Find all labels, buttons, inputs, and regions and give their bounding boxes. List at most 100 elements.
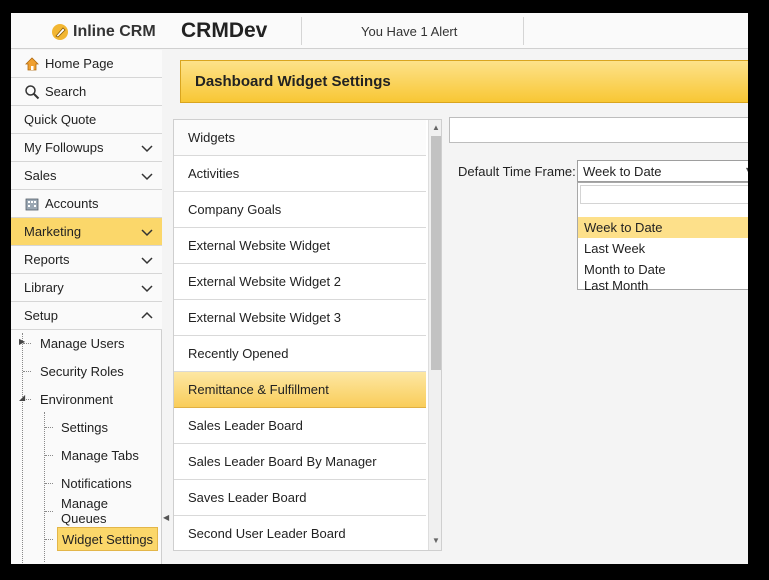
chevron-down-icon [141,257,153,265]
widget-name-field[interactable] [449,117,748,143]
scrollbar-thumb[interactable] [431,136,441,370]
widget-label: Remittance & Fulfillment [188,382,329,397]
screenshot-frame: Inline CRM CRMDev You Have 1 Alert Home … [0,0,769,580]
widget-label: Recently Opened [188,346,289,361]
widget-list-scrollbar[interactable]: ▲ ▼ [428,120,441,550]
nav-marketing[interactable]: Marketing [11,218,162,246]
widget-label: Saves Leader Board [188,490,307,505]
tree-connector [45,539,53,540]
app-logo[interactable]: Inline CRM [51,22,156,42]
widget-list-header: Widgets [174,120,426,156]
header-divider [301,17,302,45]
nav-quick-quote[interactable]: Quick Quote [11,106,162,134]
nav-label: Library [24,280,64,295]
time-frame-select[interactable]: Week to Date ▼ [577,160,748,182]
widget-list-item[interactable]: Activities [174,156,426,192]
widget-label: External Website Widget [188,238,331,253]
expand-triangle-icon[interactable]: ▶ [19,337,25,346]
tree-item-environment[interactable]: Environment [36,387,117,411]
chevron-down-icon [141,145,153,153]
chevron-up-icon [141,311,153,319]
nav-label: Accounts [45,196,99,211]
nav-reports[interactable]: Reports [11,246,162,274]
time-frame-value: Week to Date [583,163,662,179]
home-icon [25,56,39,70]
scroll-down-arrow-icon[interactable]: ▼ [431,536,441,546]
tree-item-security-roles[interactable]: Security Roles [36,359,128,383]
collapse-triangle-icon[interactable]: ◢ [19,393,25,402]
chevron-down-icon [141,285,153,293]
tree-connector [45,511,53,512]
time-frame-label: Default Time Frame: [458,164,576,179]
nav-search[interactable]: Search [11,78,162,106]
tree-guide-line [22,333,23,564]
chevron-down-icon [141,229,153,237]
chevron-down-icon [141,173,153,181]
time-frame-dropdown: Week to Date Last Week Month to Date Las… [577,182,748,293]
sidebar-collapse-grip-icon[interactable]: ◀ [163,513,169,522]
widget-list-item[interactable]: External Website Widget [174,228,426,264]
nav-home-page[interactable]: Home Page [11,50,162,78]
page-title: Dashboard Widget Settings [195,73,391,90]
widget-list-item[interactable]: Sales Leader Board By Manager [174,444,426,480]
nav-label: Search [45,84,87,99]
time-frame-option[interactable]: Week to Date [578,217,748,238]
nav-label: Sales [24,168,57,183]
time-frame-option[interactable]: Last Month [578,278,748,293]
tree-connector [23,371,31,372]
nav-label: Setup [24,308,58,323]
nav-sales[interactable]: Sales [11,162,162,190]
widget-label: Second User Leader Board [188,526,346,541]
widget-list-item[interactable]: External Website Widget 3 [174,300,426,336]
org-name: CRMDev [181,19,268,42]
widget-list-item[interactable]: Second User Leader Board [174,516,426,550]
widget-label: Activities [188,166,240,181]
tree-connector [45,483,53,484]
sidebar: Home Page Search Quick Quote My Followup… [11,50,162,564]
dropdown-caret-icon[interactable]: ▼ [744,165,748,175]
widget-list-item[interactable]: Company Goals [174,192,426,228]
tree-item-widget-settings[interactable]: Widget Settings [57,527,159,551]
tree-item-manage-queues[interactable]: Manage Queues [57,496,161,526]
widget-label: External Website Widget 3 [188,310,341,325]
widget-list: Widgets Activities Company Goals Externa… [173,119,442,551]
widget-list-header-label: Widgets [188,130,235,145]
time-frame-option[interactable]: Month to Date [578,259,748,280]
building-icon [25,198,39,210]
nav-setup[interactable]: Setup [11,302,162,330]
tree-item-settings[interactable]: Settings [57,415,112,439]
nav-accounts[interactable]: Accounts [11,190,162,218]
tree-item-manage-users[interactable]: Manage Users [36,331,129,355]
nav-my-followups[interactable]: My Followups [11,134,162,162]
widget-list-item[interactable]: External Website Widget 2 [174,264,426,300]
app-window: Inline CRM CRMDev You Have 1 Alert Home … [11,13,748,564]
dropdown-filter-input[interactable] [580,185,748,204]
tree-connector [45,427,53,428]
top-bar: Inline CRM CRMDev You Have 1 Alert [11,13,748,49]
nav-label: Quick Quote [24,112,97,127]
tree-connector [45,455,53,456]
time-frame-option[interactable]: Last Week [578,238,748,259]
tree-item-notifications[interactable]: Notifications [57,471,136,495]
widget-label: Sales Leader Board By Manager [188,454,377,469]
widget-list-item[interactable]: Recently Opened [174,336,426,372]
widget-list-item[interactable]: Sales Leader Board [174,408,426,444]
scroll-up-arrow-icon[interactable]: ▲ [431,123,441,133]
nav-library[interactable]: Library [11,274,162,302]
widget-label: External Website Widget 2 [188,274,341,289]
nav-label: Reports [24,252,70,267]
widget-list-item[interactable]: Saves Leader Board [174,480,426,516]
pen-logo-icon [52,24,68,40]
widget-label: Company Goals [188,202,282,217]
app-name: Inline CRM [73,23,156,40]
header-divider [523,17,524,45]
widget-label: Sales Leader Board [188,418,303,433]
alert-link[interactable]: You Have 1 Alert [361,24,457,39]
nav-label: Marketing [24,224,82,239]
widget-list-item-selected[interactable]: Remittance & Fulfillment [174,372,426,408]
tree-item-manage-tabs[interactable]: Manage Tabs [57,443,143,467]
nav-label: Home Page [45,56,114,71]
nav-label: My Followups [24,140,104,155]
search-icon [25,84,40,99]
page-title-banner: Dashboard Widget Settings [180,60,748,103]
